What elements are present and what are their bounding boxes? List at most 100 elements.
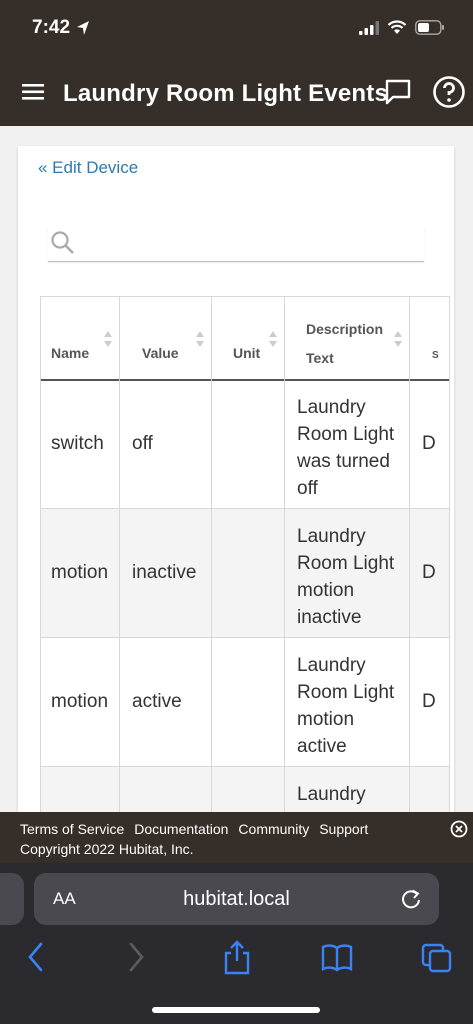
- cell-value: off: [120, 380, 212, 509]
- app-bar: Laundry Room Light Events: [0, 58, 473, 126]
- cell-text: D: [422, 691, 436, 712]
- search-icon: [51, 231, 74, 254]
- description-line: motion: [297, 709, 355, 730]
- table-row[interactable]: motion inactive Laundry Room Light motio…: [40, 509, 450, 638]
- column-header-description[interactable]: Description Text: [285, 297, 410, 381]
- cell-value: [120, 767, 212, 816]
- cell-name: [40, 767, 120, 816]
- cell-unit: [212, 380, 285, 509]
- cell-text: switch: [51, 433, 104, 454]
- events-card: « Edit Device Name Value Unit Descriptio…: [18, 146, 454, 816]
- cell-date: D: [410, 380, 450, 509]
- description-text: Laundry Room Light motion inactive: [297, 523, 407, 631]
- cell-text: motion: [51, 691, 109, 712]
- description-line: Laundry: [297, 397, 366, 418]
- description-text: Laundry Room Light motion active: [297, 652, 407, 760]
- hamburger-menu-icon[interactable]: [20, 78, 48, 106]
- table-row[interactable]: Laundry Room Light: [40, 767, 450, 816]
- description-line: off: [297, 478, 318, 499]
- tabs-icon[interactable]: [420, 939, 454, 975]
- site-footer: Terms of Service Documentation Community…: [0, 812, 473, 863]
- cell-name: switch: [40, 380, 120, 509]
- description-line: Laundry: [297, 655, 366, 676]
- cell-unit: [212, 767, 285, 816]
- column-header-label: Unit: [233, 345, 261, 361]
- description-line: motion: [297, 580, 355, 601]
- column-header-value[interactable]: Value: [120, 297, 212, 381]
- back-icon[interactable]: [26, 939, 46, 975]
- footer-link-documentation[interactable]: Documentation: [134, 821, 228, 837]
- cell-unit: [212, 509, 285, 638]
- previous-tab-preview[interactable]: [0, 873, 24, 925]
- column-header-label: S: [432, 350, 439, 361]
- table-header-row: Name Value Unit Description Text S: [40, 296, 450, 381]
- sort-icon: [196, 331, 204, 347]
- description-text: Laundry Room Light: [297, 781, 407, 816]
- description-line: Room Light: [297, 424, 395, 445]
- cell-name: motion: [40, 509, 120, 638]
- column-header-line: Text: [306, 350, 334, 366]
- address-bar[interactable]: AA hubitat.local: [34, 873, 439, 925]
- cell-description: Laundry Room Light was turned off: [285, 380, 410, 509]
- cell-description: Laundry Room Light: [285, 767, 410, 816]
- description-line: active: [297, 736, 347, 757]
- browser-nav-row: [0, 939, 473, 979]
- cell-description: Laundry Room Light motion active: [285, 638, 410, 767]
- footer-link-terms[interactable]: Terms of Service: [20, 821, 124, 837]
- column-header-label: Value: [142, 345, 179, 361]
- share-icon[interactable]: [222, 939, 252, 975]
- chat-icon[interactable]: [384, 78, 412, 106]
- close-icon[interactable]: [450, 820, 468, 838]
- cell-value: active: [120, 638, 212, 767]
- search-box: [48, 226, 424, 262]
- table-row[interactable]: switch off Laundry Room Light was turned…: [40, 380, 450, 509]
- reload-icon[interactable]: [400, 888, 422, 910]
- bookmarks-icon[interactable]: [320, 939, 354, 975]
- description-line: Room Light: [297, 553, 395, 574]
- forward-icon[interactable]: [126, 939, 146, 975]
- cell-description: Laundry Room Light motion inactive: [285, 509, 410, 638]
- footer-copyright: Copyright 2022 Hubitat, Inc.: [20, 841, 194, 857]
- cell-text: D: [422, 433, 436, 454]
- status-bar: 7:42: [0, 0, 473, 58]
- description-line: Room Light: [297, 682, 395, 703]
- signal-icon: [359, 20, 379, 35]
- cell-value: inactive: [120, 509, 212, 638]
- footer-link-support[interactable]: Support: [319, 821, 368, 837]
- cell-unit: [212, 638, 285, 767]
- location-arrow-icon: [77, 21, 89, 35]
- battery-icon: [415, 20, 444, 35]
- cell-text: D: [422, 562, 436, 583]
- column-header-label: Name: [51, 345, 90, 361]
- description-text: Laundry Room Light was turned off: [297, 394, 407, 502]
- cell-date: D: [410, 509, 450, 638]
- column-header-label: Description Text: [306, 315, 383, 373]
- description-line: inactive: [297, 607, 362, 628]
- cell-text: off: [132, 433, 153, 454]
- help-icon[interactable]: [432, 75, 466, 109]
- home-indicator[interactable]: [152, 1007, 320, 1013]
- sort-icon: [394, 331, 402, 347]
- browser-toolbar: AA hubitat.local: [0, 863, 473, 1024]
- sort-icon: [104, 331, 112, 347]
- cell-text: active: [132, 691, 182, 712]
- page-title: Laundry Room Light Events: [63, 80, 389, 107]
- footer-links: Terms of Service Documentation Community…: [20, 821, 368, 837]
- description-line: Laundry: [297, 526, 366, 547]
- table-row[interactable]: motion active Laundry Room Light motion …: [40, 638, 450, 767]
- sort-icon: [269, 331, 277, 347]
- cell-text: motion: [51, 562, 109, 583]
- column-header-unit[interactable]: Unit: [212, 297, 285, 381]
- description-line: Laundry: [297, 784, 366, 805]
- column-header-name[interactable]: Name: [40, 297, 120, 381]
- search-input[interactable]: [82, 226, 422, 260]
- description-line: was turned: [297, 451, 390, 472]
- cell-date: D: [410, 638, 450, 767]
- column-header-line: Description: [306, 321, 384, 337]
- column-header-partial[interactable]: S: [410, 297, 450, 381]
- footer-link-community[interactable]: Community: [238, 821, 309, 837]
- status-time: 7:42: [32, 17, 71, 38]
- edit-device-link[interactable]: « Edit Device: [38, 158, 138, 178]
- cell-name: motion: [40, 638, 120, 767]
- cell-text: inactive: [132, 562, 197, 583]
